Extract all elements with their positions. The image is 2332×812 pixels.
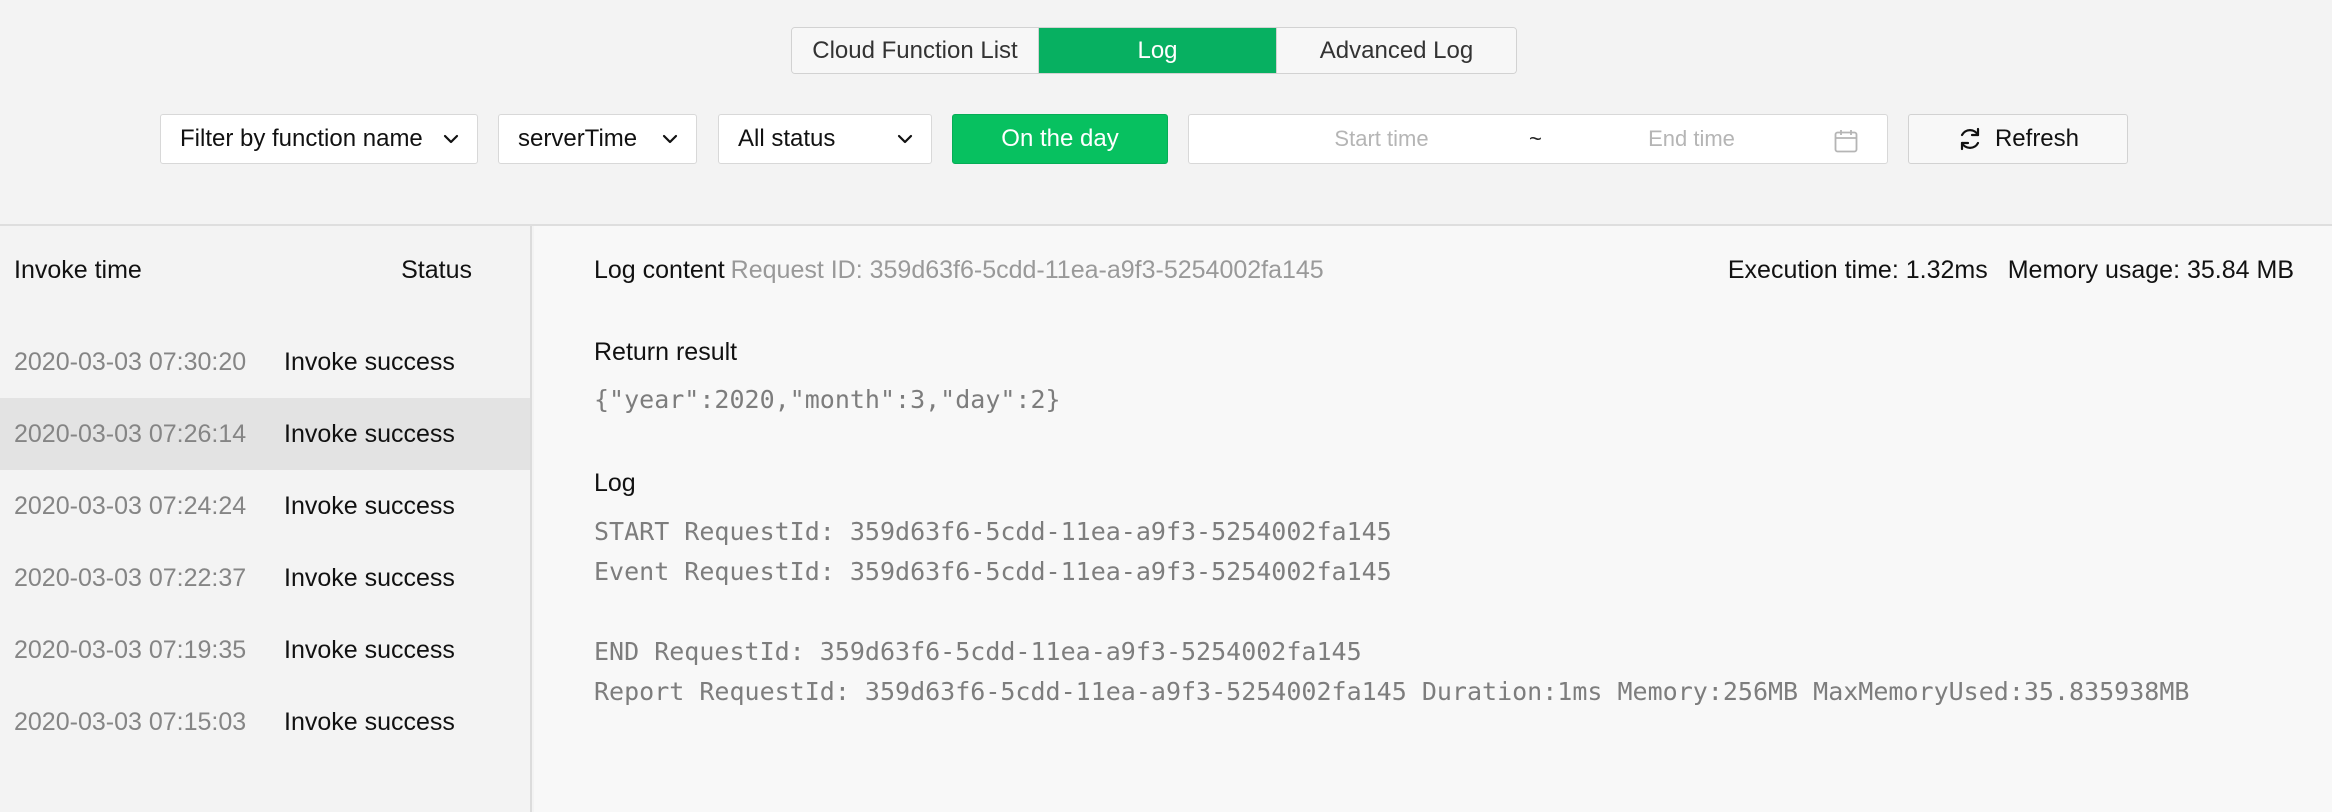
log-line: Report RequestId: 359d63f6-5cdd-11ea-a9f… [594, 677, 2190, 706]
list-item[interactable]: 2020-03-03 07:15:03 Invoke success [0, 686, 530, 758]
list-item[interactable]: 2020-03-03 07:19:35 Invoke success [0, 614, 530, 686]
status-filter-value: All status [738, 125, 836, 152]
log-content-label: Log content [594, 256, 725, 284]
list-header: Invoke time Status [0, 256, 530, 292]
invoke-time: 2020-03-03 07:24:24 [14, 491, 247, 520]
function-filter-select[interactable]: Filter by function name [160, 114, 478, 164]
tab-log[interactable]: Log [1039, 28, 1276, 73]
invoke-status: Invoke success [284, 635, 455, 664]
function-filter-label: Filter by function name [180, 125, 423, 152]
on-the-day-button[interactable]: On the day [952, 114, 1168, 164]
list-item[interactable]: 2020-03-03 07:24:24 Invoke success [0, 470, 530, 542]
log-line: END RequestId: 359d63f6-5cdd-11ea-a9f3-5… [594, 637, 1362, 666]
invoke-time: 2020-03-03 07:22:37 [14, 563, 247, 592]
execution-time-value: 1.32ms [1905, 256, 1988, 284]
return-result-title: Return result [594, 338, 738, 366]
list-item[interactable]: 2020-03-03 07:30:20 Invoke success [0, 326, 530, 398]
view-tabs: Cloud Function List Log Advanced Log [791, 27, 1517, 74]
invoke-time-header: Invoke time [14, 256, 142, 284]
execution-time-label: Execution time: [1727, 256, 1899, 284]
chevron-down-icon [895, 129, 915, 149]
return-result-value: {"year":2020,"month":3,"day":2} [594, 385, 1061, 414]
invoke-status: Invoke success [284, 563, 455, 592]
execution-stats: Execution time: 1.32ms Memory usage: 35.8… [1728, 256, 2294, 285]
log-title: Log [594, 469, 636, 497]
invoke-status: Invoke success [284, 347, 455, 376]
log-detail-panel: Log content Request ID: 359d63f6-5cdd-11e… [534, 226, 2332, 812]
list-item[interactable]: 2020-03-03 07:22:37 Invoke success [0, 542, 530, 614]
tab-cloud-function-list[interactable]: Cloud Function List [792, 28, 1039, 73]
log-line: Event RequestId: 359d63f6-5cdd-11ea-a9f3… [594, 557, 1392, 586]
invoke-time: 2020-03-03 07:19:35 [14, 635, 247, 664]
refresh-label: Refresh [1994, 125, 2080, 152]
log-content-header: Log content Request ID: 359d63f6-5cdd-11e… [594, 256, 1324, 285]
chevron-down-icon [660, 129, 680, 149]
invocation-rows: 2020-03-03 07:30:20 Invoke success 2020-… [0, 326, 530, 758]
invoke-status: Invoke success [284, 707, 455, 736]
end-time-input[interactable]: End time [1559, 115, 1824, 163]
range-separator: ~ [1529, 126, 1542, 151]
invoke-time: 2020-03-03 07:15:03 [14, 707, 247, 736]
invoke-time: 2020-03-03 07:26:14 [14, 419, 247, 448]
chevron-down-icon [441, 129, 461, 149]
start-time-input[interactable]: Start time [1249, 115, 1514, 163]
refresh-button[interactable]: Refresh [1908, 114, 2128, 164]
memory-usage-value: 35.84 MB [2186, 256, 2294, 284]
request-id: Request ID: 359d63f6-5cdd-11ea-a9f3-5254… [730, 256, 1324, 284]
invoke-status: Invoke success [284, 419, 455, 448]
invoke-status: Invoke success [284, 491, 455, 520]
date-range-picker[interactable]: Start time ~ End time [1188, 114, 1888, 164]
status-filter-select[interactable]: All status [718, 114, 932, 164]
invocation-list-panel: Invoke time Status 2020-03-03 07:30:20 I… [0, 226, 532, 812]
memory-usage-label: Memory usage: [2007, 256, 2181, 284]
refresh-icon [1957, 126, 1983, 152]
calendar-icon[interactable] [1833, 128, 1859, 154]
list-item[interactable]: 2020-03-03 07:26:14 Invoke success [0, 398, 530, 470]
invoke-time: 2020-03-03 07:30:20 [14, 347, 247, 376]
function-name-select[interactable]: serverTime [498, 114, 697, 164]
function-name-value: serverTime [518, 125, 638, 152]
tab-advanced-log[interactable]: Advanced Log [1276, 28, 1516, 73]
status-header: Status [401, 256, 472, 284]
log-line: START RequestId: 359d63f6-5cdd-11ea-a9f3… [594, 517, 1392, 546]
